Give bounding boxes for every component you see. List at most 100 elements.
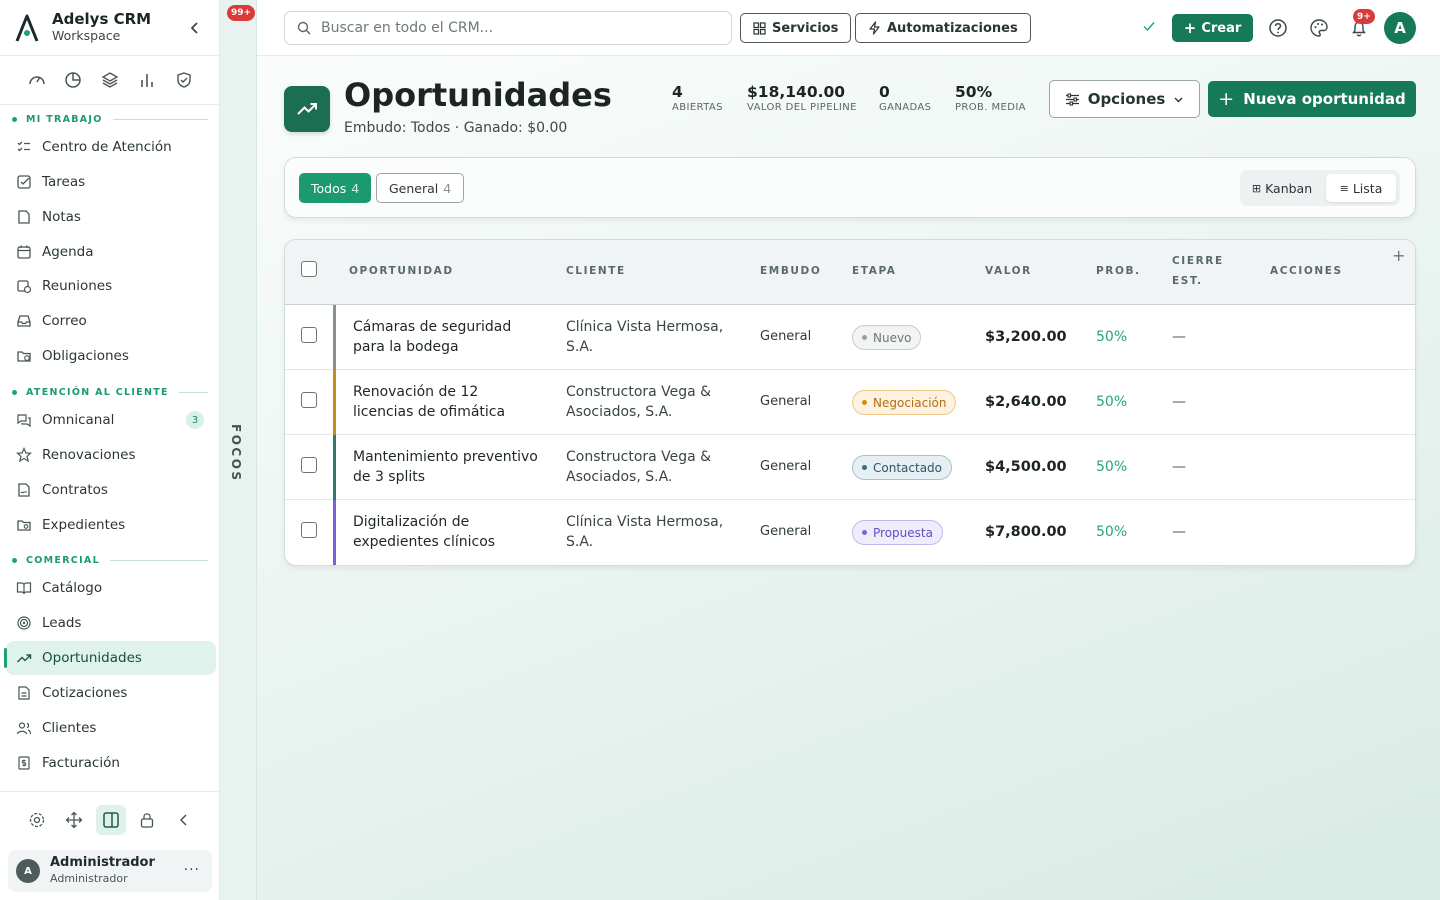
stage-badge[interactable]: Negociación — [852, 390, 957, 415]
lock-icon[interactable] — [132, 805, 162, 835]
help-icon[interactable] — [1267, 17, 1289, 39]
contract-icon — [18, 483, 30, 497]
sidebar-item-notas[interactable]: Notas — [6, 200, 216, 234]
layers-icon[interactable] — [101, 71, 119, 89]
sidebar-item-contratos[interactable]: Contratos — [6, 473, 216, 507]
sidebar-item-centro-atencion[interactable]: Centro de Atención — [6, 130, 216, 164]
chevron-left-icon[interactable] — [186, 18, 204, 38]
row-checkbox[interactable] — [301, 392, 317, 408]
column-header[interactable]: PROB. — [1096, 265, 1141, 277]
automatizaciones-button[interactable]: Automatizaciones — [855, 13, 1031, 43]
deal-value: $7,800.00 — [985, 524, 1067, 540]
avatar[interactable]: A — [1384, 12, 1416, 44]
row-checkbox[interactable] — [301, 327, 317, 343]
create-label: Crear — [1201, 20, 1242, 36]
move-icon[interactable] — [59, 805, 89, 835]
stage-label: Negociación — [873, 395, 947, 410]
view-kanban-button[interactable]: ⊞ Kanban — [1244, 174, 1320, 202]
client-name[interactable]: Constructora Vega & Asociados, S.A. — [566, 382, 746, 422]
probability: 50% — [1096, 459, 1128, 475]
stat-value: 0 — [879, 83, 890, 101]
client-name[interactable]: Clínica Vista Hermosa, S.A. — [566, 317, 746, 357]
shield-check-icon[interactable] — [175, 71, 193, 89]
focus-count-badge: 99+ — [227, 5, 256, 21]
sidebar-item-clientes[interactable]: Clientes — [6, 711, 216, 745]
search-icon — [297, 21, 311, 35]
view-list-button[interactable]: ≡ Lista — [1326, 174, 1396, 202]
palette-icon[interactable] — [1308, 17, 1330, 39]
section-mi-trabajo: MI TRABAJO — [12, 114, 208, 125]
stage-badge[interactable]: Contactado — [852, 455, 952, 480]
sidebar-item-agenda[interactable]: Agenda — [6, 235, 216, 269]
column-header: EST. — [1172, 275, 1203, 287]
sidebar-item-renovaciones[interactable]: Renovaciones — [6, 438, 216, 472]
column-header[interactable]: CIERRE — [1172, 255, 1224, 267]
stat-abiertas: 4 ABIERTAS — [672, 83, 723, 113]
sidebar-item-oportunidades[interactable]: Oportunidades — [4, 641, 216, 675]
opportunity-name[interactable]: Cámaras de seguridad para la bodega — [353, 317, 543, 357]
sidebar-item-facturacion[interactable]: Facturación — [6, 746, 216, 780]
bar-chart-icon[interactable] — [138, 71, 156, 89]
column-header[interactable]: CLIENTE — [566, 265, 626, 277]
plus-icon: + — [1218, 88, 1235, 110]
more-icon[interactable]: ··· — [184, 862, 200, 878]
search-box[interactable] — [284, 11, 732, 45]
settings-icon[interactable] — [22, 805, 52, 835]
user-card[interactable]: A Administrador Administrador ··· — [8, 850, 212, 892]
stage-badge[interactable]: Propuesta — [852, 520, 943, 545]
client-name[interactable]: Clínica Vista Hermosa, S.A. — [566, 512, 746, 552]
row-checkbox[interactable] — [301, 522, 317, 538]
sidebar-item-reuniones[interactable]: Reuniones — [6, 269, 216, 303]
chart-pie-icon[interactable] — [64, 71, 82, 89]
client-name[interactable]: Constructora Vega & Asociados, S.A. — [566, 447, 746, 487]
opportunity-name[interactable]: Digitalización de expedientes clínicos — [353, 512, 543, 552]
panel-layout-icon[interactable] — [96, 805, 126, 835]
chip-count: 4 — [443, 180, 452, 196]
estimated-close: — — [1172, 329, 1186, 345]
filter-chip-todos[interactable]: Todos 4 — [299, 173, 372, 203]
file-icon — [18, 686, 30, 700]
filter-chip-general[interactable]: General 4 — [376, 173, 465, 203]
table-header: OPORTUNIDAD CLIENTE EMBUDO ETAPA VALOR P… — [285, 240, 1415, 305]
options-button[interactable]: Opciones — [1049, 80, 1200, 118]
sidebar-item-correo[interactable]: Correo — [6, 304, 216, 338]
column-header[interactable]: EMBUDO — [760, 265, 821, 277]
sidebar-item-leads[interactable]: Leads — [6, 606, 216, 640]
star-icon — [16, 447, 32, 463]
row-checkbox[interactable] — [301, 457, 317, 473]
automatizaciones-label: Automatizaciones — [887, 20, 1018, 36]
column-header[interactable]: OPORTUNIDAD — [349, 265, 454, 277]
sidebar-item-label: Clientes — [42, 720, 97, 736]
servicios-button[interactable]: Servicios — [740, 13, 852, 43]
new-opportunity-label: Nueva oportunidad — [1243, 90, 1406, 108]
table-row[interactable]: Digitalización de expedientes clínicos C… — [285, 500, 1415, 565]
new-opportunity-button[interactable]: + Nueva oportunidad — [1208, 81, 1416, 117]
sidebar-item-catalogo[interactable]: Catálogo — [6, 571, 216, 605]
avatar: A — [16, 859, 40, 883]
sidebar-item-tareas[interactable]: Tareas — [6, 165, 216, 199]
chevron-left-icon[interactable] — [169, 805, 199, 835]
sidebar-item-expedientes[interactable]: Expedientes — [6, 508, 216, 542]
table-row[interactable]: Renovación de 12 licencias de ofimática … — [285, 370, 1415, 435]
stage-badge[interactable]: Nuevo — [852, 325, 922, 350]
opportunity-name[interactable]: Renovación de 12 licencias de ofimática — [353, 382, 543, 422]
column-header[interactable]: VALOR — [985, 265, 1032, 277]
gauge-icon[interactable] — [28, 71, 46, 89]
table-row[interactable]: Cámaras de seguridad para la bodega Clín… — [285, 305, 1415, 370]
sidebar-item-obligaciones[interactable]: Obligaciones — [6, 339, 216, 373]
note-icon — [18, 210, 30, 224]
focus-panel-toggle[interactable]: 99+ FOCOS — [220, 0, 257, 900]
plus-icon: + — [1183, 19, 1197, 37]
sidebar-item-cotizaciones[interactable]: Cotizaciones — [6, 676, 216, 710]
search-input[interactable] — [321, 20, 701, 36]
create-button[interactable]: + Crear — [1172, 14, 1253, 42]
stat-ganadas: 0 GANADAS — [879, 83, 931, 113]
add-column-icon[interactable]: + — [1392, 246, 1405, 265]
table-row[interactable]: Mantenimiento preventivo de 3 splits Con… — [285, 435, 1415, 500]
opportunity-name[interactable]: Mantenimiento preventivo de 3 splits — [353, 447, 543, 487]
sidebar-item-omnicanal[interactable]: Omnicanal 3 — [6, 403, 216, 437]
row-color-bar — [333, 305, 336, 370]
invoice-icon — [18, 756, 30, 770]
select-all-checkbox[interactable] — [301, 261, 317, 277]
column-header[interactable]: ETAPA — [852, 265, 897, 277]
